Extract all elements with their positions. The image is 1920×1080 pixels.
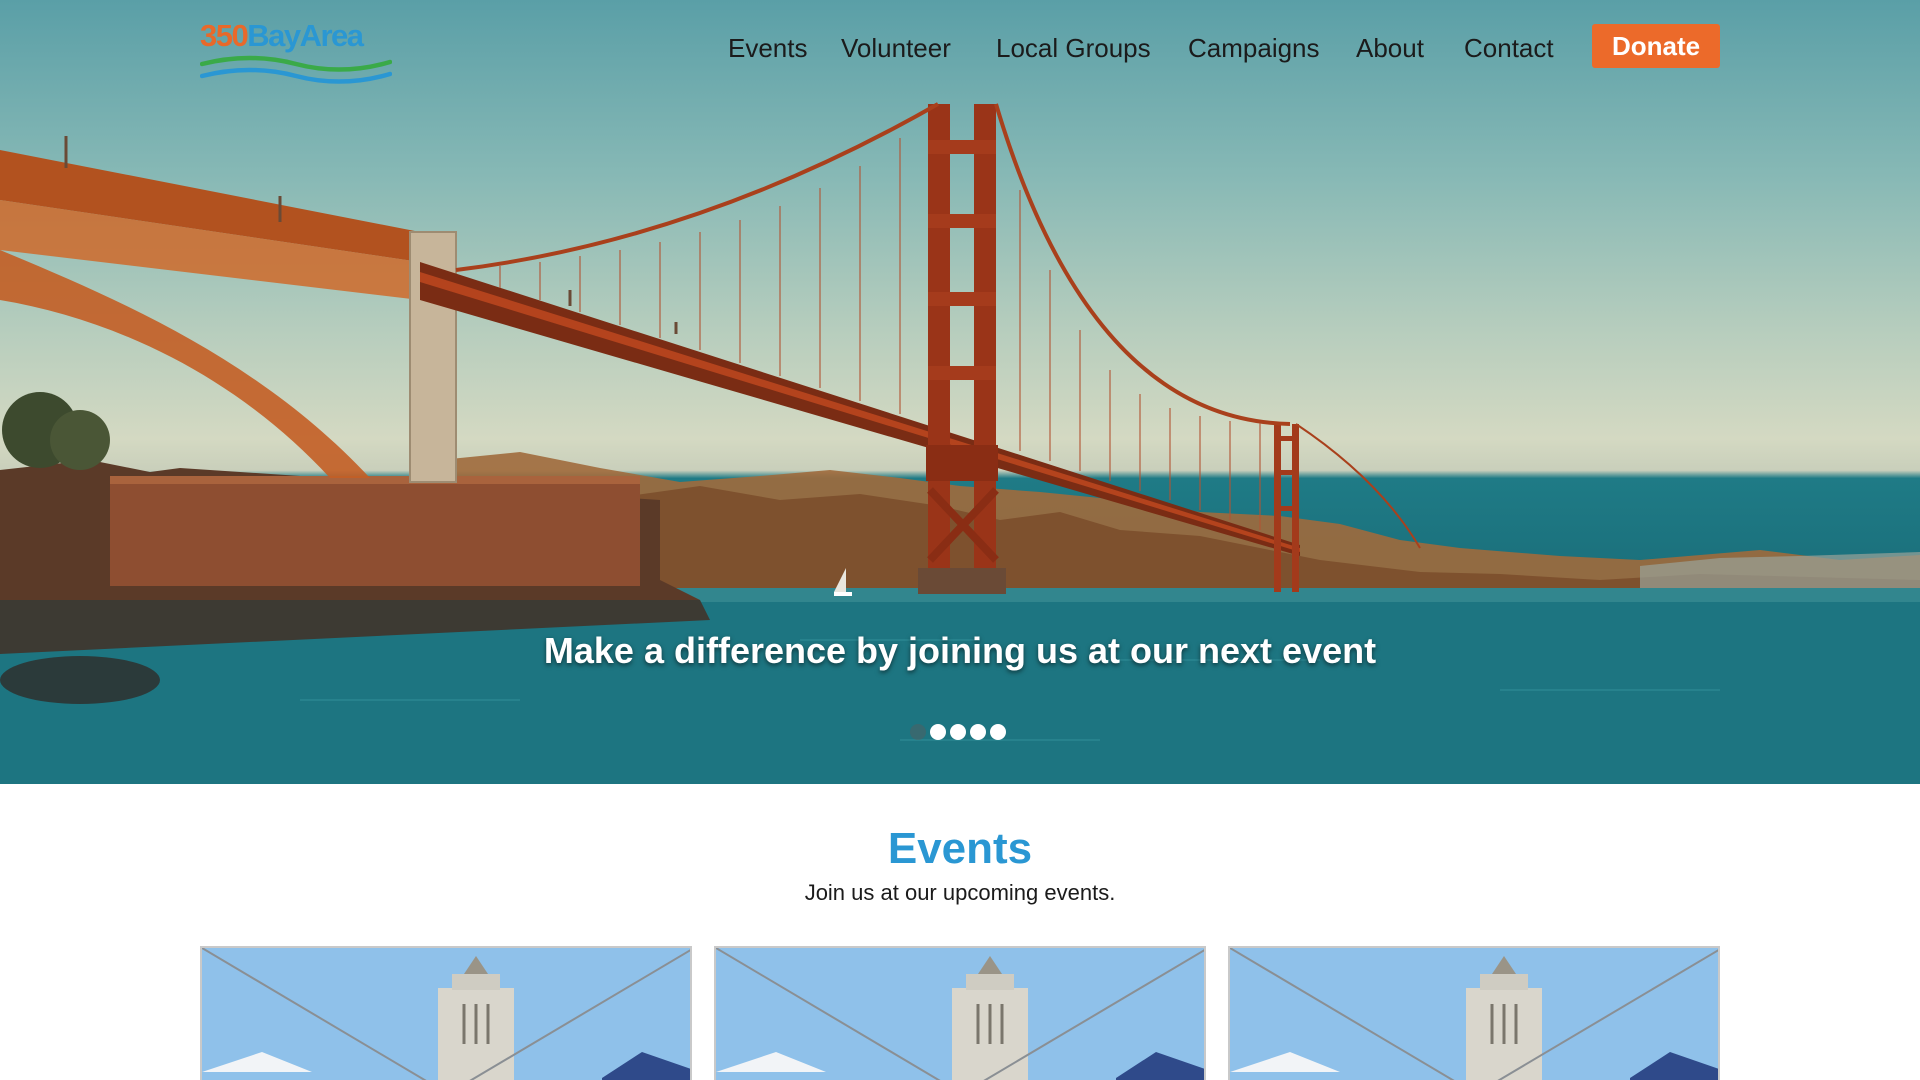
nav-item-events[interactable]: Events (728, 26, 808, 70)
event-card-3[interactable] (1228, 946, 1720, 1080)
event-card-2[interactable] (714, 946, 1206, 1080)
nav-item-about[interactable]: About (1356, 26, 1424, 70)
nav-item-local-groups[interactable]: Local Groups (996, 26, 1151, 70)
slide-dot-5[interactable] (990, 724, 1006, 740)
slideshow-dots (910, 724, 1006, 740)
event-image (1230, 948, 1718, 1080)
nav-item-volunteer[interactable]: Volunteer (841, 26, 951, 70)
hero-caption: Make a difference by joining us at our n… (543, 630, 1377, 671)
event-image (716, 948, 1204, 1080)
slide-dot-2[interactable] (930, 724, 946, 740)
nav-item-campaigns[interactable]: Campaigns (1188, 26, 1320, 70)
slide-dot-4[interactable] (970, 724, 986, 740)
donate-button[interactable]: Donate (1592, 24, 1720, 68)
events-subtitle: Join us at our upcoming events. (804, 880, 1116, 905)
slide-dot-1[interactable] (910, 724, 926, 740)
event-card-1[interactable] (200, 946, 692, 1080)
nav-item-contact[interactable]: Contact (1464, 26, 1554, 70)
event-image (202, 948, 690, 1080)
slide-dot-3[interactable] (950, 724, 966, 740)
events-heading: Events (887, 824, 1033, 873)
